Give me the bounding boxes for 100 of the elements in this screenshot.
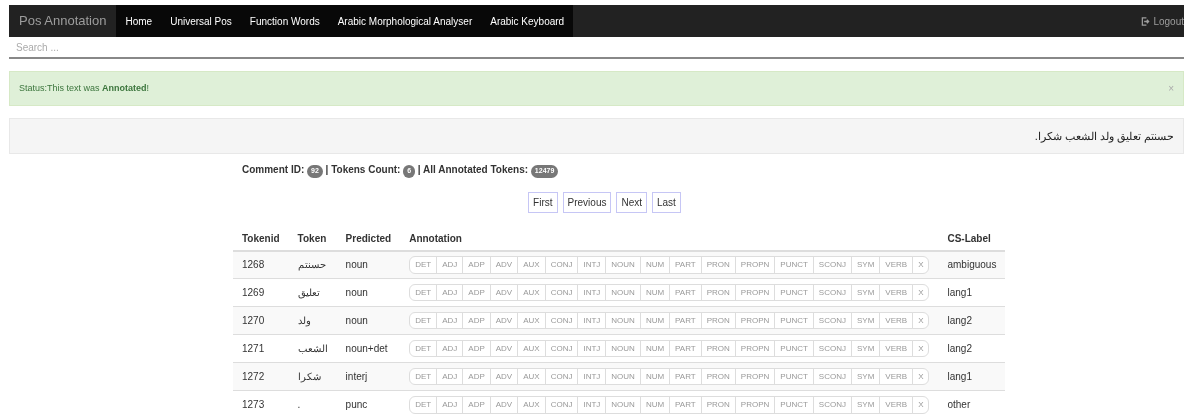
tag-button[interactable]: SYM	[851, 255, 881, 274]
tag-button[interactable]: SCONJ	[812, 395, 852, 414]
tag-button[interactable]: NOUN	[605, 395, 641, 414]
logout-link[interactable]: Logout	[1141, 5, 1184, 37]
tag-button[interactable]: ADP	[462, 311, 491, 330]
tag-button[interactable]: ADJ	[436, 395, 464, 414]
tag-button[interactable]: ADJ	[436, 367, 464, 386]
tag-button[interactable]: PRON	[700, 339, 736, 358]
nav-link[interactable]: Universal Pos	[161, 5, 241, 37]
tag-button[interactable]: PART	[669, 395, 702, 414]
tag-button[interactable]: X	[912, 339, 930, 358]
tag-button[interactable]: PUNCT	[774, 283, 814, 302]
tag-button[interactable]: DET	[409, 255, 438, 274]
tag-button[interactable]: CONJ	[544, 395, 579, 414]
tag-button[interactable]: PUNCT	[774, 255, 814, 274]
tag-button[interactable]: PUNCT	[774, 367, 814, 386]
pagination-link[interactable]: Next	[616, 191, 647, 213]
tag-button[interactable]: DET	[409, 339, 438, 358]
tag-button[interactable]: PROPN	[734, 311, 776, 330]
tag-button[interactable]: X	[912, 255, 930, 274]
tag-button[interactable]: DET	[409, 311, 438, 330]
pagination-link[interactable]: First	[528, 191, 558, 213]
tag-button[interactable]: PROPN	[734, 255, 776, 274]
tag-button[interactable]: PRON	[700, 283, 736, 302]
nav-link[interactable]: Home	[116, 5, 162, 37]
tag-button[interactable]: INTJ	[577, 395, 607, 414]
tag-button[interactable]: AUX	[517, 311, 546, 330]
tag-button[interactable]: PROPN	[734, 367, 776, 386]
tag-button[interactable]: NOUN	[605, 283, 641, 302]
tag-button[interactable]: PUNCT	[774, 311, 814, 330]
tag-button[interactable]: PROPN	[734, 283, 776, 302]
tag-button[interactable]: NOUN	[605, 255, 641, 274]
tag-button[interactable]: INTJ	[577, 339, 607, 358]
tag-button[interactable]: AUX	[517, 367, 546, 386]
tag-button[interactable]: PRON	[700, 255, 736, 274]
tag-button[interactable]: CONJ	[544, 339, 579, 358]
tag-button[interactable]: PRON	[700, 395, 736, 414]
tag-button[interactable]: DET	[409, 395, 438, 414]
tag-button[interactable]: INTJ	[577, 283, 607, 302]
pagination-link[interactable]: Last	[652, 191, 681, 213]
tag-button[interactable]: SYM	[851, 283, 881, 302]
tag-button[interactable]: PART	[669, 367, 702, 386]
tag-button[interactable]: PRON	[700, 367, 736, 386]
tag-button[interactable]: PUNCT	[774, 395, 814, 414]
tag-button[interactable]: NOUN	[605, 311, 641, 330]
tag-button[interactable]: CONJ	[544, 283, 579, 302]
close-button[interactable]: ×	[1168, 81, 1174, 96]
tag-button[interactable]: AUX	[517, 339, 546, 358]
tag-button[interactable]: PRON	[700, 311, 736, 330]
nav-link[interactable]: Function Words	[240, 5, 329, 37]
tag-button[interactable]: PART	[669, 255, 702, 274]
tag-button[interactable]: X	[912, 395, 930, 414]
tag-button[interactable]: INTJ	[577, 311, 607, 330]
tag-button[interactable]: ADP	[462, 283, 491, 302]
tag-button[interactable]: SYM	[851, 395, 881, 414]
tag-button[interactable]: ADJ	[436, 311, 464, 330]
tag-button[interactable]: ADJ	[436, 255, 464, 274]
tag-button[interactable]: ADP	[462, 367, 491, 386]
tag-button[interactable]: ADP	[462, 395, 491, 414]
tag-button[interactable]: X	[912, 283, 930, 302]
tag-button[interactable]: SCONJ	[812, 283, 852, 302]
tag-button[interactable]: SYM	[851, 367, 881, 386]
tag-button[interactable]: NOUN	[605, 339, 641, 358]
tag-button[interactable]: SCONJ	[812, 367, 852, 386]
tag-button[interactable]: ADJ	[436, 283, 464, 302]
pagination-link[interactable]: Previous	[562, 191, 612, 213]
tag-button[interactable]: CONJ	[544, 255, 579, 274]
nav-link[interactable]: Arabic Keyboard	[481, 5, 574, 37]
tag-button[interactable]: DET	[409, 283, 438, 302]
tag-button[interactable]: PROPN	[734, 395, 776, 414]
tag-button[interactable]: INTJ	[577, 367, 607, 386]
tag-button[interactable]: SCONJ	[812, 339, 852, 358]
tag-button[interactable]: ADJ	[436, 339, 464, 358]
tag-button[interactable]: VERB	[879, 311, 914, 330]
tag-button[interactable]: CONJ	[544, 367, 579, 386]
tag-button[interactable]: ADP	[462, 339, 491, 358]
tag-button[interactable]: VERB	[879, 367, 914, 386]
tag-button[interactable]: AUX	[517, 255, 546, 274]
tag-button[interactable]: VERB	[879, 283, 914, 302]
tag-button[interactable]: PUNCT	[774, 339, 814, 358]
tag-button[interactable]: PART	[669, 311, 702, 330]
tag-button[interactable]: AUX	[517, 283, 546, 302]
tag-button[interactable]: X	[912, 311, 930, 330]
tag-button[interactable]: CONJ	[544, 311, 579, 330]
tag-button[interactable]: SCONJ	[812, 255, 852, 274]
tag-button[interactable]: X	[912, 367, 930, 386]
tag-button[interactable]: PART	[669, 339, 702, 358]
tag-button[interactable]: VERB	[879, 339, 914, 358]
tag-button[interactable]: SYM	[851, 311, 881, 330]
tag-button[interactable]: VERB	[879, 395, 914, 414]
tag-button[interactable]: NOUN	[605, 367, 641, 386]
tag-button[interactable]: PART	[669, 283, 702, 302]
tag-button[interactable]: DET	[409, 367, 438, 386]
tag-button[interactable]: ADP	[462, 255, 491, 274]
tag-button[interactable]: INTJ	[577, 255, 607, 274]
tag-button[interactable]: VERB	[879, 255, 914, 274]
tag-button[interactable]: SYM	[851, 339, 881, 358]
tag-button[interactable]: SCONJ	[812, 311, 852, 330]
tag-button[interactable]: PROPN	[734, 339, 776, 358]
nav-link[interactable]: Arabic Morphological Analyser	[328, 5, 482, 37]
